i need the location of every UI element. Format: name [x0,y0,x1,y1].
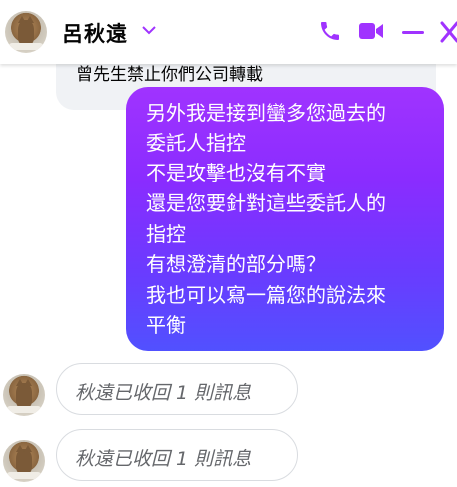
sent-message-line: 不是攻擊也沒有不實 [146,161,326,185]
sender-avatar[interactable] [3,440,45,482]
sent-message-line: 我也可以寫一篇您的說法來 [146,283,386,307]
contact-name[interactable]: 呂秋遠 [62,18,128,48]
avatar-base [7,471,41,479]
sent-message-line: 另外我是接到蠻多您過去的 [146,101,386,125]
cat-figure [17,15,35,45]
video-icon[interactable] [358,20,384,42]
unsent-message-text: 秋遠已收回 1 則訊息 [75,448,252,470]
avatar-base [9,42,43,50]
cat-figure [15,444,33,474]
sent-message-bubble[interactable] [126,87,444,351]
sent-message-line: 委託人指控 [146,131,246,155]
chat-header: 呂秋遠 [0,0,457,64]
sent-message-line: 有想澄清的部分嗎？ [146,252,326,276]
sent-message-line: 平衡 [146,313,186,337]
minimize-icon[interactable] [400,20,426,44]
sent-message-line: 還是您要針對這些委託人的 [146,191,386,215]
chevron-down-icon[interactable] [141,24,157,36]
avatar-base [7,405,41,413]
sender-avatar[interactable] [3,374,45,416]
sent-message-line: 指控 [146,222,186,246]
phone-icon[interactable] [318,19,342,43]
contact-avatar[interactable] [5,11,47,53]
unsent-message-text: 秋遠已收回 1 則訊息 [75,382,252,404]
cat-figure [15,378,33,408]
close-icon[interactable] [438,19,457,45]
